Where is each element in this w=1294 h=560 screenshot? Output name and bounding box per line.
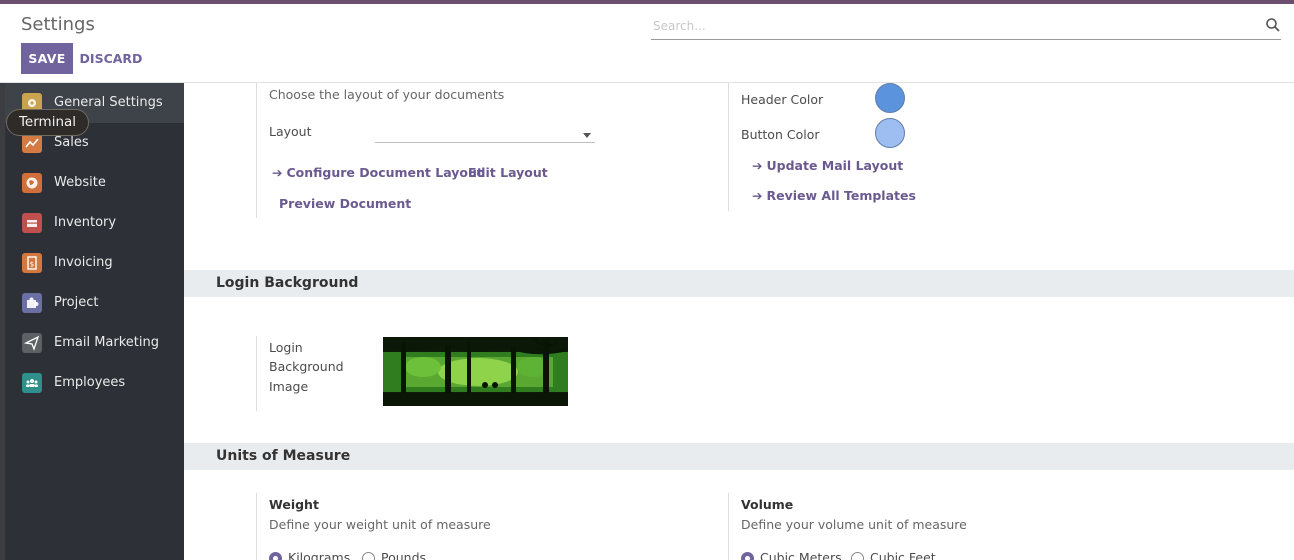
discard-button[interactable]: DISCARD: [76, 43, 146, 74]
button-color-swatch[interactable]: [875, 118, 905, 148]
weight-option-label: Pounds: [381, 550, 427, 560]
sidebar-item-inventory[interactable]: Inventory: [5, 203, 184, 243]
divider: [728, 493, 729, 560]
weight-option-label: Kilograms: [288, 550, 351, 560]
weight-radio-pounds[interactable]: [362, 552, 375, 560]
edit-layout-link[interactable]: Edit Layout: [468, 165, 548, 180]
divider: [256, 493, 257, 560]
header-color-label: Header Color: [741, 92, 824, 107]
volume-option-label: Cubic Meters: [760, 550, 842, 560]
control-panel: Settings SAVE DISCARD: [0, 4, 1294, 83]
svg-text:$: $: [30, 261, 34, 269]
review-all-templates-link[interactable]: ➔ Review All Templates: [752, 188, 916, 203]
save-button[interactable]: SAVE: [21, 43, 73, 74]
volume-description: Define your volume unit of measure: [741, 517, 967, 532]
sidebar-item-label: Employees: [54, 375, 126, 390]
preview-document-link[interactable]: Preview Document: [279, 196, 411, 211]
sidebar-item-label: Invoicing: [54, 255, 113, 270]
section-title: Units of Measure: [216, 448, 351, 464]
terminal-tooltip: Terminal: [6, 109, 89, 136]
sidebar-item-email-marketing[interactable]: Email Marketing: [5, 323, 184, 363]
sidebar-item-label: Website: [54, 175, 106, 190]
search-input[interactable]: [653, 16, 1253, 36]
sidebar-item-label: Email Marketing: [54, 335, 159, 350]
login-background-image[interactable]: [383, 337, 568, 406]
sidebar-item-label: General Settings: [54, 95, 163, 110]
login-background-section-header: Login Background: [184, 270, 1294, 297]
login-image-label-line: Login: [269, 340, 303, 355]
volume-radio-cubic-meters[interactable]: [741, 552, 754, 560]
weight-title: Weight: [269, 497, 319, 512]
button-color-label: Button Color: [741, 127, 820, 142]
weight-radio-kilograms[interactable]: [269, 552, 282, 560]
inventory-box-icon: [22, 213, 42, 233]
configure-document-layout-link[interactable]: ➔ Configure Document Layout: [272, 165, 483, 180]
units-of-measure-section-header: Units of Measure: [184, 443, 1294, 470]
sidebar-item-employees[interactable]: Employees: [5, 363, 184, 403]
update-mail-layout-label: Update Mail Layout: [766, 158, 904, 173]
divider: [728, 83, 729, 211]
employees-icon: [22, 373, 42, 393]
search-bar: [651, 12, 1281, 40]
sidebar-item-invoicing[interactable]: $ Invoicing: [5, 243, 184, 283]
page-title: Settings: [21, 14, 95, 35]
login-image-label-line: Image: [269, 379, 309, 394]
layout-label: Layout: [269, 124, 312, 139]
layout-select[interactable]: [375, 131, 595, 143]
sidebar-item-project[interactable]: Project: [5, 283, 184, 323]
invoicing-icon: $: [22, 253, 42, 273]
website-globe-icon: [22, 173, 42, 193]
settings-content: Choose the layout of your documents Layo…: [184, 83, 1294, 560]
weight-description: Define your weight unit of measure: [269, 517, 491, 532]
volume-radio-cubic-feet[interactable]: [851, 552, 864, 560]
search-icon[interactable]: [1265, 17, 1281, 33]
sidebar-item-label: Inventory: [54, 215, 117, 230]
section-title: Login Background: [216, 275, 359, 291]
volume-title: Volume: [741, 497, 794, 512]
arrow-right-icon: ➔: [272, 165, 283, 180]
login-image-label-line: Background: [269, 359, 344, 374]
volume-option-label: Cubic Feet: [870, 550, 936, 560]
chevron-down-icon: [583, 133, 591, 138]
sidebar-item-label: Project: [54, 295, 99, 310]
project-puzzle-icon: [22, 293, 42, 313]
header-color-swatch[interactable]: [875, 83, 905, 113]
configure-document-layout-label: Configure Document Layout: [286, 165, 483, 180]
update-mail-layout-link[interactable]: ➔ Update Mail Layout: [752, 158, 903, 173]
divider: [256, 83, 257, 218]
sales-chart-icon: [22, 133, 42, 153]
sidebar-item-website[interactable]: Website: [5, 163, 184, 203]
settings-sidebar: General Settings Sales Website Inventory…: [5, 83, 184, 560]
divider: [256, 336, 257, 411]
layout-description: Choose the layout of your documents: [269, 87, 505, 102]
email-marketing-icon: [22, 333, 42, 353]
sidebar-item-label: Sales: [54, 135, 89, 150]
review-all-templates-label: Review All Templates: [766, 188, 916, 203]
arrow-right-icon: ➔: [752, 158, 763, 173]
arrow-right-icon: ➔: [752, 188, 763, 203]
